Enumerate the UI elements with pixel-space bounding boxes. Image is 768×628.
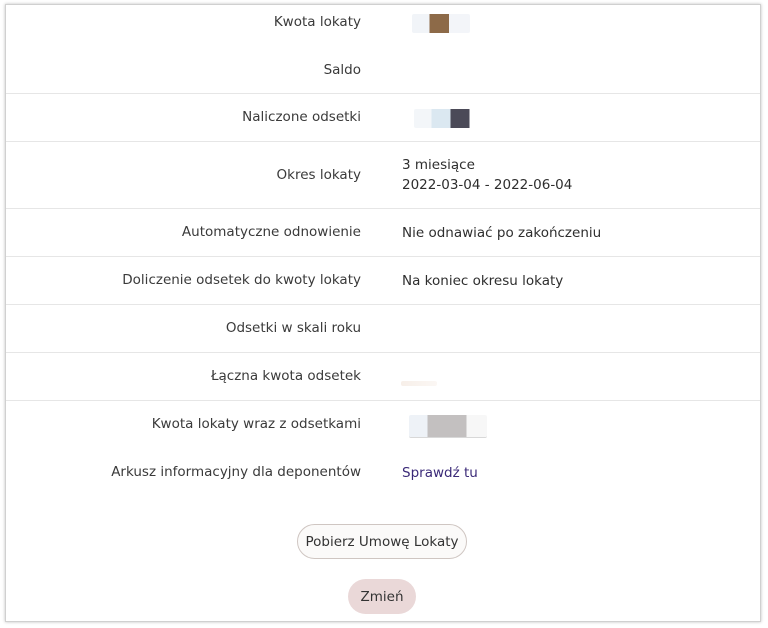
- row-okres-lokaty: Okres lokaty 3 miesiące 2022-03-04 - 202…: [6, 142, 760, 209]
- row-arkusz-informacyjny: Arkusz informacyjny dla deponentów Spraw…: [6, 449, 760, 493]
- automatyczne-odnowienie-label: Automatyczne odnowienie: [181, 224, 361, 240]
- doliczenie-odsetek-label: Doliczenie odsetek do kwoty lokaty: [122, 272, 361, 288]
- kwota-lokaty-label: Kwota lokaty: [273, 14, 361, 30]
- check-here-link[interactable]: Sprawdź tu: [402, 463, 478, 483]
- redacted-total-interest: [401, 381, 437, 386]
- row-automatyczne-odnowienie: Automatyczne odnowienie Nie odnawiać po …: [6, 209, 760, 257]
- deposit-details-panel: Kwota lokaty Saldo Naliczone odsetki Okr…: [5, 4, 761, 622]
- odsetki-w-skali-roku-label: Odsetki w skali roku: [225, 320, 361, 336]
- okres-lokaty-value: 3 miesiące 2022-03-04 - 2022-06-04: [402, 155, 572, 195]
- okres-lokaty-dates: 2022-03-04 - 2022-06-04: [402, 177, 573, 193]
- doliczenie-odsetek-value: Na koniec okresu lokaty: [402, 273, 564, 289]
- redacted-interest: [414, 109, 473, 128]
- saldo-label: Saldo: [323, 62, 361, 78]
- row-doliczenie-odsetek: Doliczenie odsetek do kwoty lokaty Na ko…: [6, 257, 760, 305]
- download-agreement-button[interactable]: Pobierz Umowę Lokaty: [297, 524, 467, 559]
- redacted-amount: [412, 14, 470, 33]
- row-kwota-z-odsetkami: Kwota lokaty wraz z odsetkami: [6, 401, 760, 448]
- automatyczne-odnowienie-value: Nie odnawiać po zakończeniu: [402, 225, 602, 241]
- row-saldo: Saldo: [6, 49, 760, 94]
- okres-lokaty-label: Okres lokaty: [276, 167, 361, 183]
- kwota-z-odsetkami-label: Kwota lokaty wraz z odsetkami: [151, 416, 361, 432]
- row-odsetki-w-skali-roku: Odsetki w skali roku: [6, 305, 760, 353]
- row-laczna-kwota-odsetek: Łączna kwota odsetek: [6, 353, 760, 401]
- okres-lokaty-duration: 3 miesiące: [402, 157, 475, 173]
- change-button[interactable]: Zmień: [348, 579, 416, 614]
- laczna-kwota-odsetek-label: Łączna kwota odsetek: [210, 368, 361, 384]
- row-kwota-lokaty: Kwota lokaty: [6, 5, 760, 49]
- row-naliczone-odsetki: Naliczone odsetki: [6, 94, 760, 142]
- redacted-total-amount: [409, 415, 487, 438]
- naliczone-odsetki-label: Naliczone odsetki: [242, 109, 361, 125]
- arkusz-label: Arkusz informacyjny dla deponentów: [111, 464, 361, 480]
